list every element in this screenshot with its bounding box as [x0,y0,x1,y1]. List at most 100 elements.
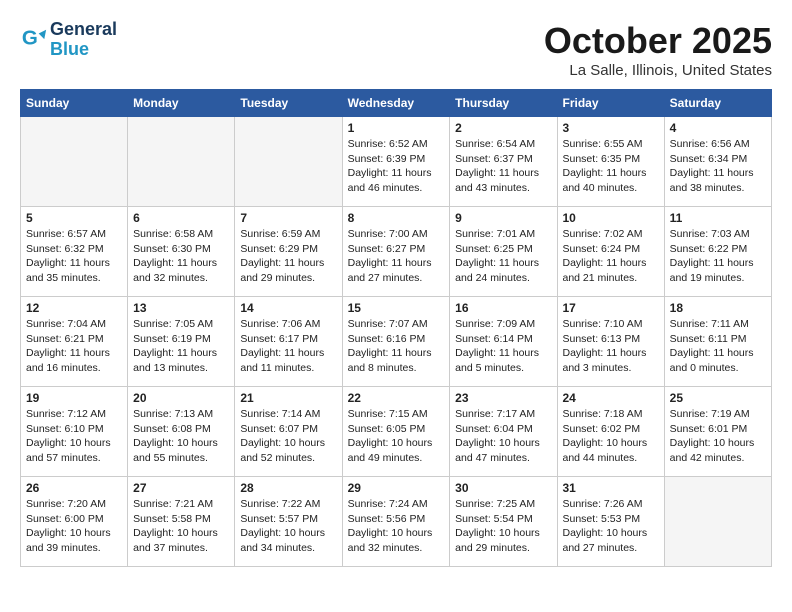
logo: G GeneralBlue [20,20,117,60]
day-number: 3 [563,121,659,135]
day-info: Sunrise: 7:19 AM Sunset: 6:01 PM Dayligh… [670,407,766,466]
day-number: 1 [348,121,445,135]
day-info: Sunrise: 7:10 AM Sunset: 6:13 PM Dayligh… [563,317,659,376]
calendar-day-cell [21,117,128,207]
calendar-day-cell [128,117,235,207]
calendar-day-cell: 9 Sunrise: 7:01 AM Sunset: 6:25 PM Dayli… [450,207,557,297]
calendar-day-cell: 6 Sunrise: 6:58 AM Sunset: 6:30 PM Dayli… [128,207,235,297]
day-number: 12 [26,301,122,315]
calendar-week-row: 12 Sunrise: 7:04 AM Sunset: 6:21 PM Dayl… [21,297,772,387]
calendar-day-cell: 30 Sunrise: 7:25 AM Sunset: 5:54 PM Dayl… [450,477,557,567]
day-info: Sunrise: 7:15 AM Sunset: 6:05 PM Dayligh… [348,407,445,466]
calendar-day-cell: 15 Sunrise: 7:07 AM Sunset: 6:16 PM Dayl… [342,297,450,387]
calendar-day-cell [235,117,342,207]
calendar-day-cell: 29 Sunrise: 7:24 AM Sunset: 5:56 PM Dayl… [342,477,450,567]
day-info: Sunrise: 6:58 AM Sunset: 6:30 PM Dayligh… [133,227,229,286]
day-info: Sunrise: 7:02 AM Sunset: 6:24 PM Dayligh… [563,227,659,286]
day-number: 10 [563,211,659,225]
day-number: 16 [455,301,551,315]
day-info: Sunrise: 6:57 AM Sunset: 6:32 PM Dayligh… [26,227,122,286]
calendar-day-cell: 3 Sunrise: 6:55 AM Sunset: 6:35 PM Dayli… [557,117,664,207]
day-info: Sunrise: 7:07 AM Sunset: 6:16 PM Dayligh… [348,317,445,376]
calendar-day-cell: 24 Sunrise: 7:18 AM Sunset: 6:02 PM Dayl… [557,387,664,477]
day-number: 15 [348,301,445,315]
day-number: 24 [563,391,659,405]
day-number: 26 [26,481,122,495]
location: La Salle, Illinois, United States [544,62,772,79]
day-info: Sunrise: 7:14 AM Sunset: 6:07 PM Dayligh… [240,407,336,466]
day-number: 20 [133,391,229,405]
day-number: 22 [348,391,445,405]
day-number: 8 [348,211,445,225]
calendar-day-cell: 12 Sunrise: 7:04 AM Sunset: 6:21 PM Dayl… [21,297,128,387]
day-info: Sunrise: 7:18 AM Sunset: 6:02 PM Dayligh… [563,407,659,466]
page-header: G GeneralBlue October 2025 La Salle, Ill… [20,20,772,79]
calendar-day-cell: 14 Sunrise: 7:06 AM Sunset: 6:17 PM Dayl… [235,297,342,387]
day-number: 19 [26,391,122,405]
logo-text: GeneralBlue [50,20,117,60]
day-info: Sunrise: 6:59 AM Sunset: 6:29 PM Dayligh… [240,227,336,286]
calendar-day-cell: 31 Sunrise: 7:26 AM Sunset: 5:53 PM Dayl… [557,477,664,567]
day-info: Sunrise: 7:06 AM Sunset: 6:17 PM Dayligh… [240,317,336,376]
day-number: 6 [133,211,229,225]
day-number: 30 [455,481,551,495]
day-info: Sunrise: 7:11 AM Sunset: 6:11 PM Dayligh… [670,317,766,376]
day-info: Sunrise: 7:25 AM Sunset: 5:54 PM Dayligh… [455,497,551,556]
day-info: Sunrise: 7:05 AM Sunset: 6:19 PM Dayligh… [133,317,229,376]
day-info: Sunrise: 6:52 AM Sunset: 6:39 PM Dayligh… [348,137,445,196]
day-number: 11 [670,211,766,225]
day-number: 23 [455,391,551,405]
day-number: 29 [348,481,445,495]
day-number: 4 [670,121,766,135]
day-info: Sunrise: 7:22 AM Sunset: 5:57 PM Dayligh… [240,497,336,556]
calendar-day-cell: 22 Sunrise: 7:15 AM Sunset: 6:05 PM Dayl… [342,387,450,477]
day-number: 28 [240,481,336,495]
weekday-header: Saturday [664,90,771,117]
calendar-day-cell: 10 Sunrise: 7:02 AM Sunset: 6:24 PM Dayl… [557,207,664,297]
weekday-header: Monday [128,90,235,117]
day-number: 31 [563,481,659,495]
day-info: Sunrise: 7:17 AM Sunset: 6:04 PM Dayligh… [455,407,551,466]
calendar-day-cell: 11 Sunrise: 7:03 AM Sunset: 6:22 PM Dayl… [664,207,771,297]
calendar-day-cell: 13 Sunrise: 7:05 AM Sunset: 6:19 PM Dayl… [128,297,235,387]
calendar-day-cell: 16 Sunrise: 7:09 AM Sunset: 6:14 PM Dayl… [450,297,557,387]
calendar-day-cell: 21 Sunrise: 7:14 AM Sunset: 6:07 PM Dayl… [235,387,342,477]
calendar-day-cell [664,477,771,567]
calendar-week-row: 5 Sunrise: 6:57 AM Sunset: 6:32 PM Dayli… [21,207,772,297]
svg-text:G: G [22,26,38,49]
day-number: 17 [563,301,659,315]
day-info: Sunrise: 7:21 AM Sunset: 5:58 PM Dayligh… [133,497,229,556]
calendar-day-cell: 17 Sunrise: 7:10 AM Sunset: 6:13 PM Dayl… [557,297,664,387]
day-info: Sunrise: 7:20 AM Sunset: 6:00 PM Dayligh… [26,497,122,556]
weekday-header: Tuesday [235,90,342,117]
day-number: 25 [670,391,766,405]
day-number: 7 [240,211,336,225]
calendar-day-cell: 27 Sunrise: 7:21 AM Sunset: 5:58 PM Dayl… [128,477,235,567]
day-info: Sunrise: 6:54 AM Sunset: 6:37 PM Dayligh… [455,137,551,196]
day-info: Sunrise: 6:56 AM Sunset: 6:34 PM Dayligh… [670,137,766,196]
calendar-week-row: 26 Sunrise: 7:20 AM Sunset: 6:00 PM Dayl… [21,477,772,567]
calendar-day-cell: 25 Sunrise: 7:19 AM Sunset: 6:01 PM Dayl… [664,387,771,477]
calendar-day-cell: 18 Sunrise: 7:11 AM Sunset: 6:11 PM Dayl… [664,297,771,387]
calendar-day-cell: 2 Sunrise: 6:54 AM Sunset: 6:37 PM Dayli… [450,117,557,207]
day-info: Sunrise: 7:12 AM Sunset: 6:10 PM Dayligh… [26,407,122,466]
calendar-day-cell: 4 Sunrise: 6:56 AM Sunset: 6:34 PM Dayli… [664,117,771,207]
day-number: 18 [670,301,766,315]
weekday-header: Wednesday [342,90,450,117]
calendar-day-cell: 23 Sunrise: 7:17 AM Sunset: 6:04 PM Dayl… [450,387,557,477]
title-block: October 2025 La Salle, Illinois, United … [544,20,772,79]
calendar-week-row: 1 Sunrise: 6:52 AM Sunset: 6:39 PM Dayli… [21,117,772,207]
day-info: Sunrise: 7:13 AM Sunset: 6:08 PM Dayligh… [133,407,229,466]
weekday-header: Sunday [21,90,128,117]
day-number: 21 [240,391,336,405]
calendar-week-row: 19 Sunrise: 7:12 AM Sunset: 6:10 PM Dayl… [21,387,772,477]
month-title: October 2025 [544,20,772,62]
logo-icon: G [20,26,48,54]
day-info: Sunrise: 7:24 AM Sunset: 5:56 PM Dayligh… [348,497,445,556]
day-info: Sunrise: 7:04 AM Sunset: 6:21 PM Dayligh… [26,317,122,376]
day-number: 27 [133,481,229,495]
calendar-day-cell: 7 Sunrise: 6:59 AM Sunset: 6:29 PM Dayli… [235,207,342,297]
day-info: Sunrise: 7:09 AM Sunset: 6:14 PM Dayligh… [455,317,551,376]
day-number: 13 [133,301,229,315]
calendar-day-cell: 20 Sunrise: 7:13 AM Sunset: 6:08 PM Dayl… [128,387,235,477]
